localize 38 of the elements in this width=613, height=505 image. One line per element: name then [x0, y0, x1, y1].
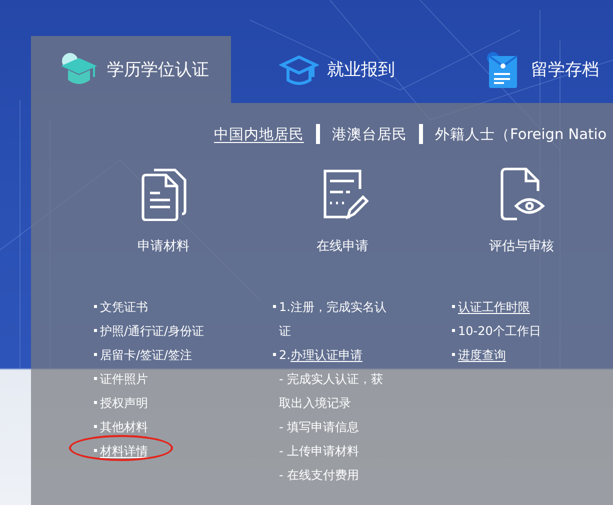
- category-tab[interactable]: 学历学位认证: [31, 36, 231, 103]
- step-title: 评估与审核: [489, 238, 554, 255]
- bullet-icon: [94, 425, 97, 428]
- list-link[interactable]: 进度查询: [458, 343, 506, 367]
- list-text: - 在线支付费用: [279, 467, 360, 484]
- category-tab[interactable]: 留学存档: [431, 36, 613, 103]
- bullet-icon: [452, 353, 455, 356]
- resident-type-tab[interactable]: 外籍人士（Foreign Natio: [435, 124, 607, 144]
- category-tab[interactable]: 就业报到: [231, 36, 431, 103]
- list-link[interactable]: 材料详情: [100, 439, 148, 463]
- bullet-icon: [452, 305, 455, 308]
- bullet-icon: [94, 449, 97, 452]
- list-text: - 上传申请材料: [279, 443, 360, 460]
- list-text: 10-20个工作日: [458, 323, 541, 340]
- bullet-icon: [273, 353, 276, 356]
- list-link[interactable]: 认证工作时限: [458, 295, 530, 319]
- bullet-icon: [94, 329, 97, 332]
- resident-type-tab[interactable]: 中国内地居民: [214, 124, 304, 144]
- list-text: 护照/通行证/身份证: [100, 323, 204, 340]
- list-text: 1.注册，完成实名认证: [279, 299, 388, 340]
- list-text: - 完成实人认证，获取出入境记录: [279, 371, 384, 412]
- bullet-icon: [452, 329, 455, 332]
- resident-type-tab[interactable]: 港澳台居民: [332, 124, 407, 144]
- list-link[interactable]: 办理认证申请: [290, 348, 362, 362]
- list-text: 其他材料: [100, 419, 148, 436]
- bullet-icon: [94, 353, 97, 356]
- step-title: 在线申请: [316, 238, 368, 255]
- list-text: 居留卡/签证/签注: [100, 347, 192, 364]
- bullet-icon: [94, 377, 97, 380]
- list-text: 证件照片: [100, 371, 148, 388]
- list-text: - 填写申请信息: [279, 419, 360, 436]
- bullet-icon: [94, 401, 97, 404]
- step-title: 申请材料: [138, 238, 190, 255]
- list-text: 文凭证书: [100, 299, 148, 316]
- bullet-icon: [94, 305, 97, 308]
- list-text: 授权声明: [100, 395, 148, 412]
- list-text: 2.办理认证申请: [279, 347, 362, 364]
- bullet-icon: [273, 305, 276, 308]
